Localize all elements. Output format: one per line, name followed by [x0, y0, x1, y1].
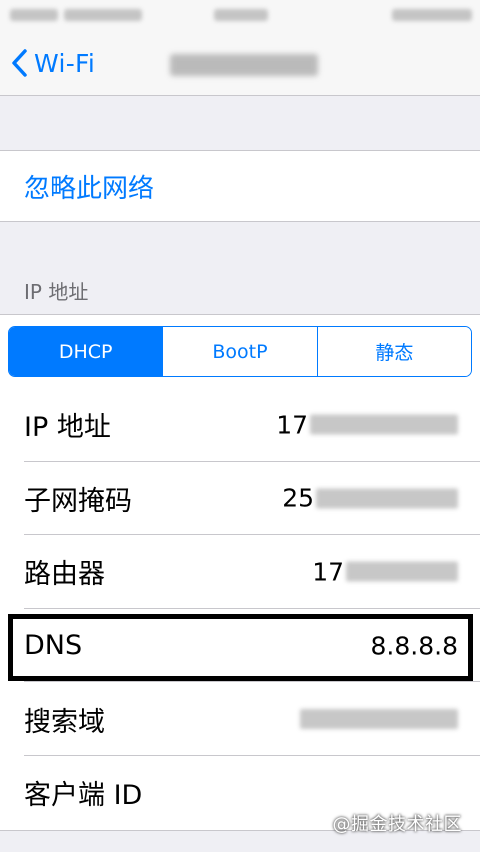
- row-label: 搜索域: [24, 706, 105, 738]
- row-dns[interactable]: DNS 8.8.8.8: [0, 609, 480, 683]
- segment-dhcp[interactable]: DHCP: [9, 327, 163, 376]
- search-domain-value: [300, 709, 458, 730]
- subnet-mask-value: 25: [282, 484, 458, 513]
- status-bar: [0, 0, 480, 30]
- row-label: 子网掩码: [24, 485, 132, 517]
- row-router: 路由器 17: [0, 535, 480, 609]
- battery-blurred: [392, 9, 472, 21]
- segment-bootp[interactable]: BootP: [162, 327, 317, 376]
- time-blurred: [214, 9, 268, 21]
- forget-network-label: 忽略此网络: [24, 173, 155, 204]
- back-label: Wi-Fi: [34, 48, 96, 78]
- row-ip-address: IP 地址 17: [0, 388, 480, 462]
- row-label: 路由器: [24, 559, 105, 591]
- ip-section-header: IP 地址: [24, 280, 89, 304]
- row-subnet-mask: 子网掩码 25: [0, 462, 480, 536]
- dns-value: 8.8.8.8: [370, 631, 458, 661]
- carrier-blurred: [10, 9, 58, 21]
- ip-mode-segmented-control: DHCP BootP 静态: [8, 326, 472, 377]
- row-label: 客户端 ID: [24, 780, 143, 812]
- watermark: @掘金技术社区: [332, 814, 462, 835]
- router-value: 17: [312, 557, 458, 586]
- segment-static[interactable]: 静态: [316, 327, 471, 376]
- ip-settings-list: IP 地址 17 子网掩码 25 路由器 17 DNS 8.8.8.8 搜索域 …: [0, 388, 480, 831]
- ip-address-value: 17: [276, 410, 458, 439]
- carrier-blurred-2: [64, 9, 142, 21]
- network-name-blurred: [170, 54, 318, 76]
- forget-network-button[interactable]: 忽略此网络: [0, 150, 480, 222]
- ip-mode-container: DHCP BootP 静态: [0, 314, 480, 388]
- row-label: DNS: [24, 630, 83, 662]
- chevron-left-icon: [12, 49, 27, 77]
- back-button[interactable]: Wi-Fi: [10, 44, 95, 82]
- row-label: IP 地址: [24, 412, 111, 444]
- row-search-domain[interactable]: 搜索域: [0, 682, 480, 756]
- navigation-bar: Wi-Fi: [0, 30, 480, 96]
